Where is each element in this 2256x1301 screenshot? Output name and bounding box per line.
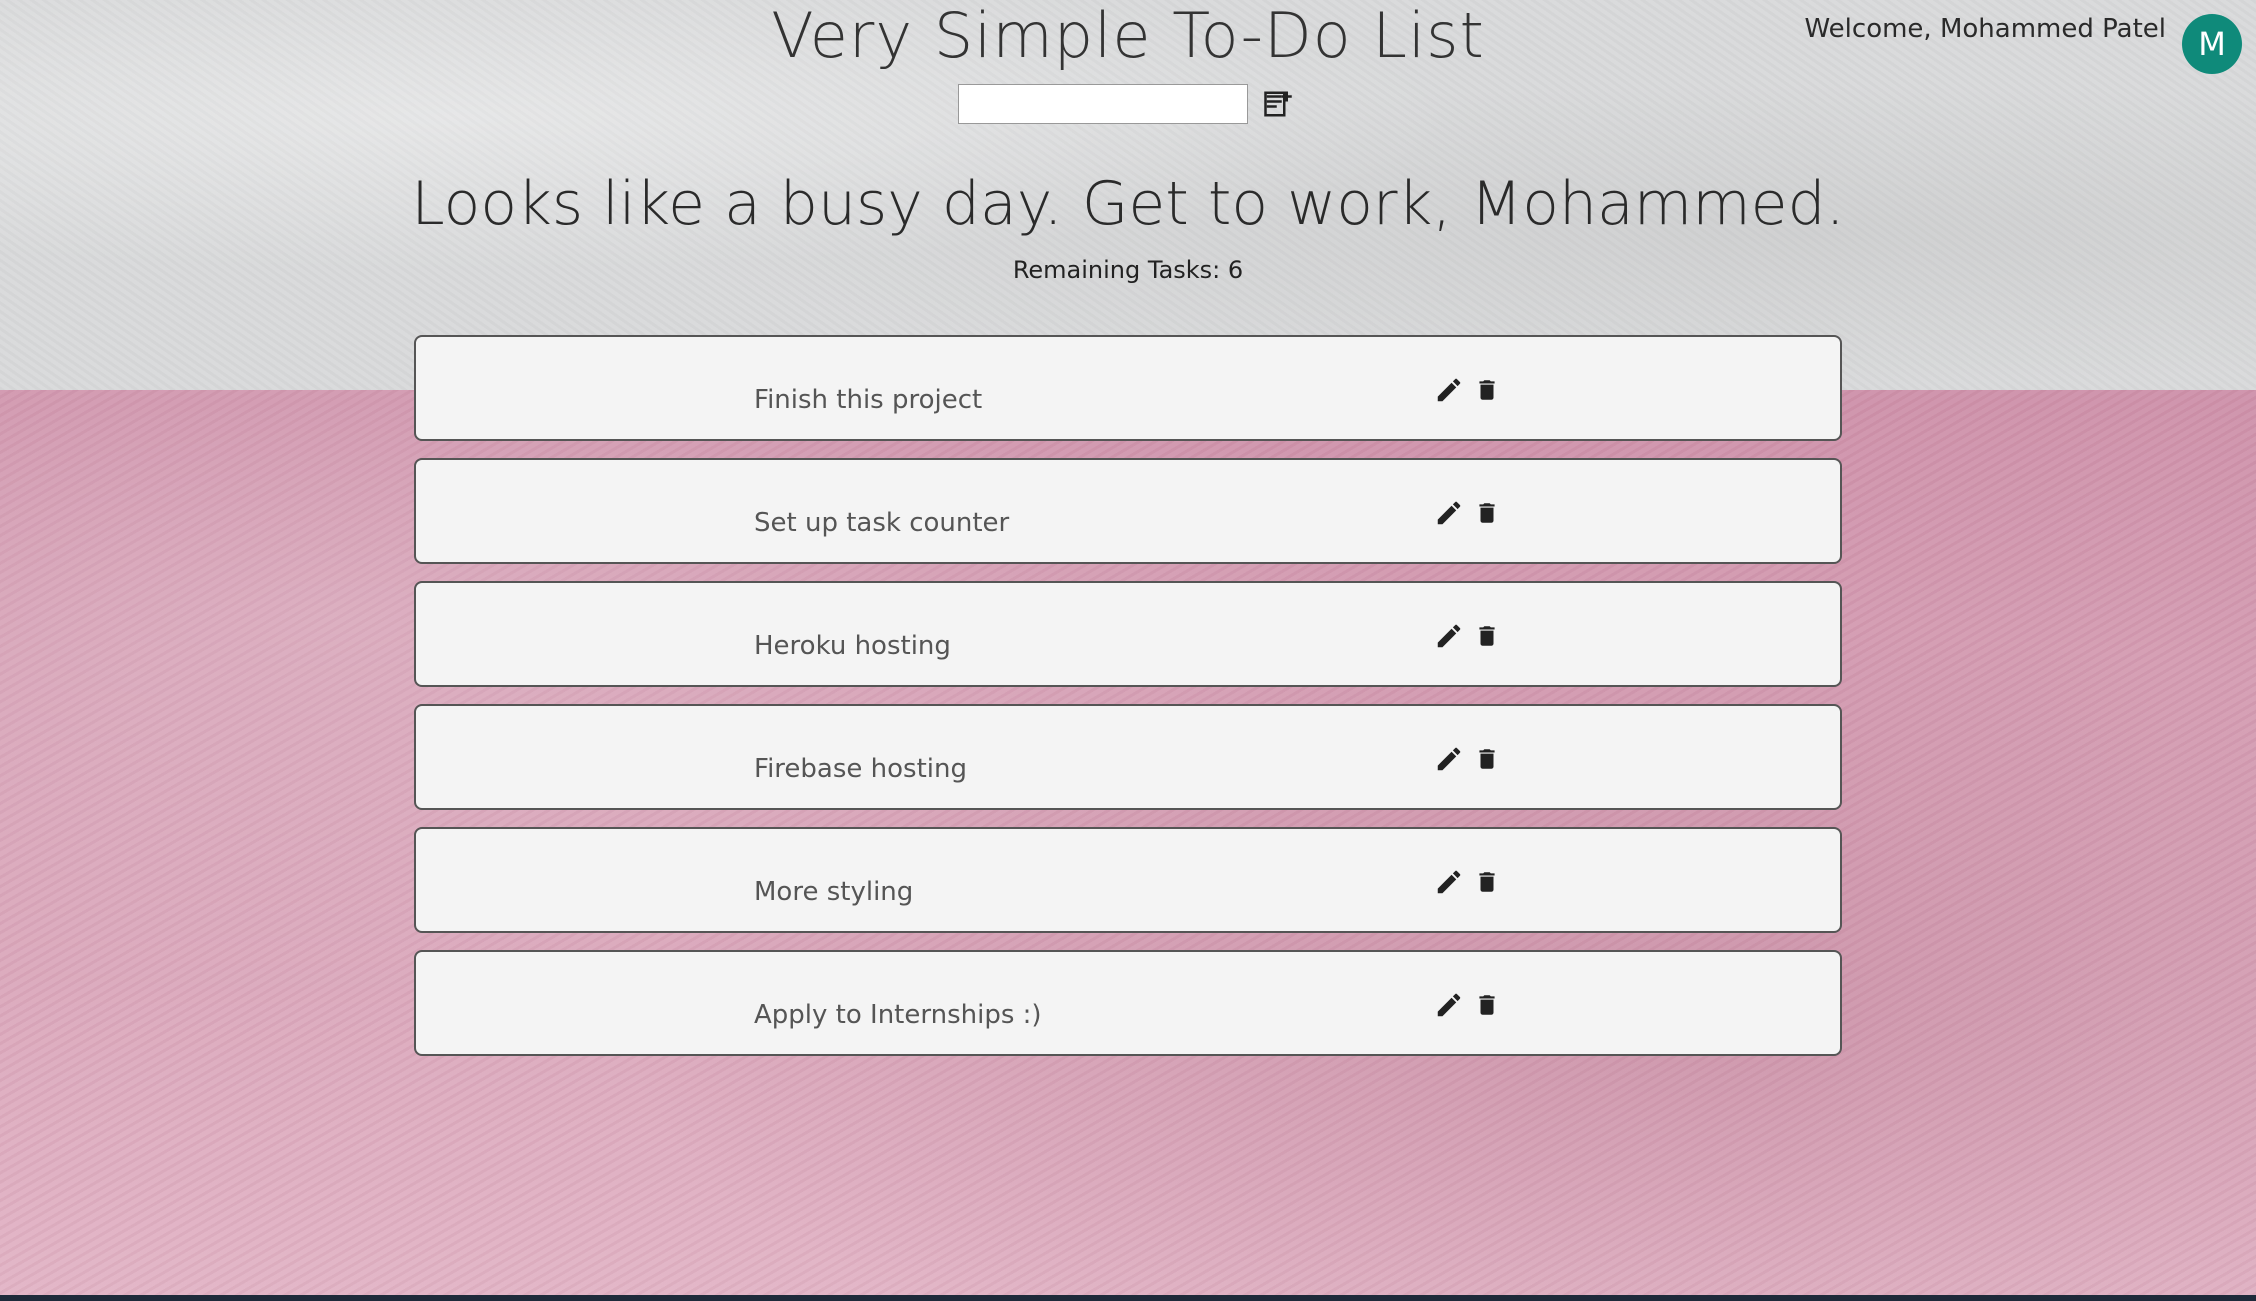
task-actions xyxy=(1434,988,1502,1022)
task-item: Firebase hosting xyxy=(414,704,1842,810)
delete-task-button[interactable] xyxy=(1472,742,1502,776)
trash-icon xyxy=(1479,995,1495,1015)
task-item: Finish this project xyxy=(414,335,1842,441)
delete-task-button[interactable] xyxy=(1472,619,1502,653)
busy-day-headline: Looks like a busy day. Get to work, Moha… xyxy=(411,169,1845,239)
task-list: Finish this project Set up task counter … xyxy=(414,335,1842,1073)
pencil-icon xyxy=(1437,501,1461,525)
trash-icon xyxy=(1479,872,1495,892)
pencil-icon xyxy=(1437,747,1461,771)
task-item: Apply to Internships :) xyxy=(414,950,1842,1056)
pencil-icon xyxy=(1437,378,1461,402)
task-actions xyxy=(1434,619,1502,653)
task-item: More styling xyxy=(414,827,1842,933)
task-item: Heroku hosting xyxy=(414,581,1842,687)
task-text: Set up task counter xyxy=(754,508,1010,538)
delete-task-button[interactable] xyxy=(1472,988,1502,1022)
edit-task-button[interactable] xyxy=(1434,988,1464,1022)
trash-icon xyxy=(1479,380,1495,400)
task-actions xyxy=(1434,865,1502,899)
edit-task-button[interactable] xyxy=(1434,865,1464,899)
delete-task-button[interactable] xyxy=(1472,373,1502,407)
remaining-tasks-count: Remaining Tasks: 6 xyxy=(1012,256,1244,284)
add-task-button[interactable] xyxy=(1260,86,1296,122)
welcome-text: Welcome, Mohammed Patel xyxy=(1804,14,2167,44)
task-text: Finish this project xyxy=(754,385,983,415)
edit-task-button[interactable] xyxy=(1434,496,1464,530)
edit-task-button[interactable] xyxy=(1434,619,1464,653)
task-text: Apply to Internships :) xyxy=(754,1000,1042,1030)
new-task-input[interactable] xyxy=(958,84,1248,124)
trash-icon xyxy=(1479,749,1495,769)
edit-task-button[interactable] xyxy=(1434,742,1464,776)
add-task-row xyxy=(958,84,1296,124)
task-text: Heroku hosting xyxy=(754,631,951,661)
task-actions xyxy=(1434,742,1502,776)
delete-task-button[interactable] xyxy=(1472,865,1502,899)
delete-task-button[interactable] xyxy=(1472,496,1502,530)
trash-icon xyxy=(1479,626,1495,646)
avatar[interactable]: M xyxy=(2182,14,2242,74)
trash-icon xyxy=(1479,503,1495,523)
task-text: Firebase hosting xyxy=(754,754,967,784)
task-text: More styling xyxy=(754,877,914,907)
task-actions xyxy=(1434,373,1502,407)
os-taskbar-edge xyxy=(0,1295,2256,1301)
edit-task-button[interactable] xyxy=(1434,373,1464,407)
pencil-icon xyxy=(1437,993,1461,1017)
note-add-icon xyxy=(1264,91,1292,117)
pencil-icon xyxy=(1437,624,1461,648)
task-actions xyxy=(1434,496,1502,530)
pencil-icon xyxy=(1437,870,1461,894)
task-item: Set up task counter xyxy=(414,458,1842,564)
